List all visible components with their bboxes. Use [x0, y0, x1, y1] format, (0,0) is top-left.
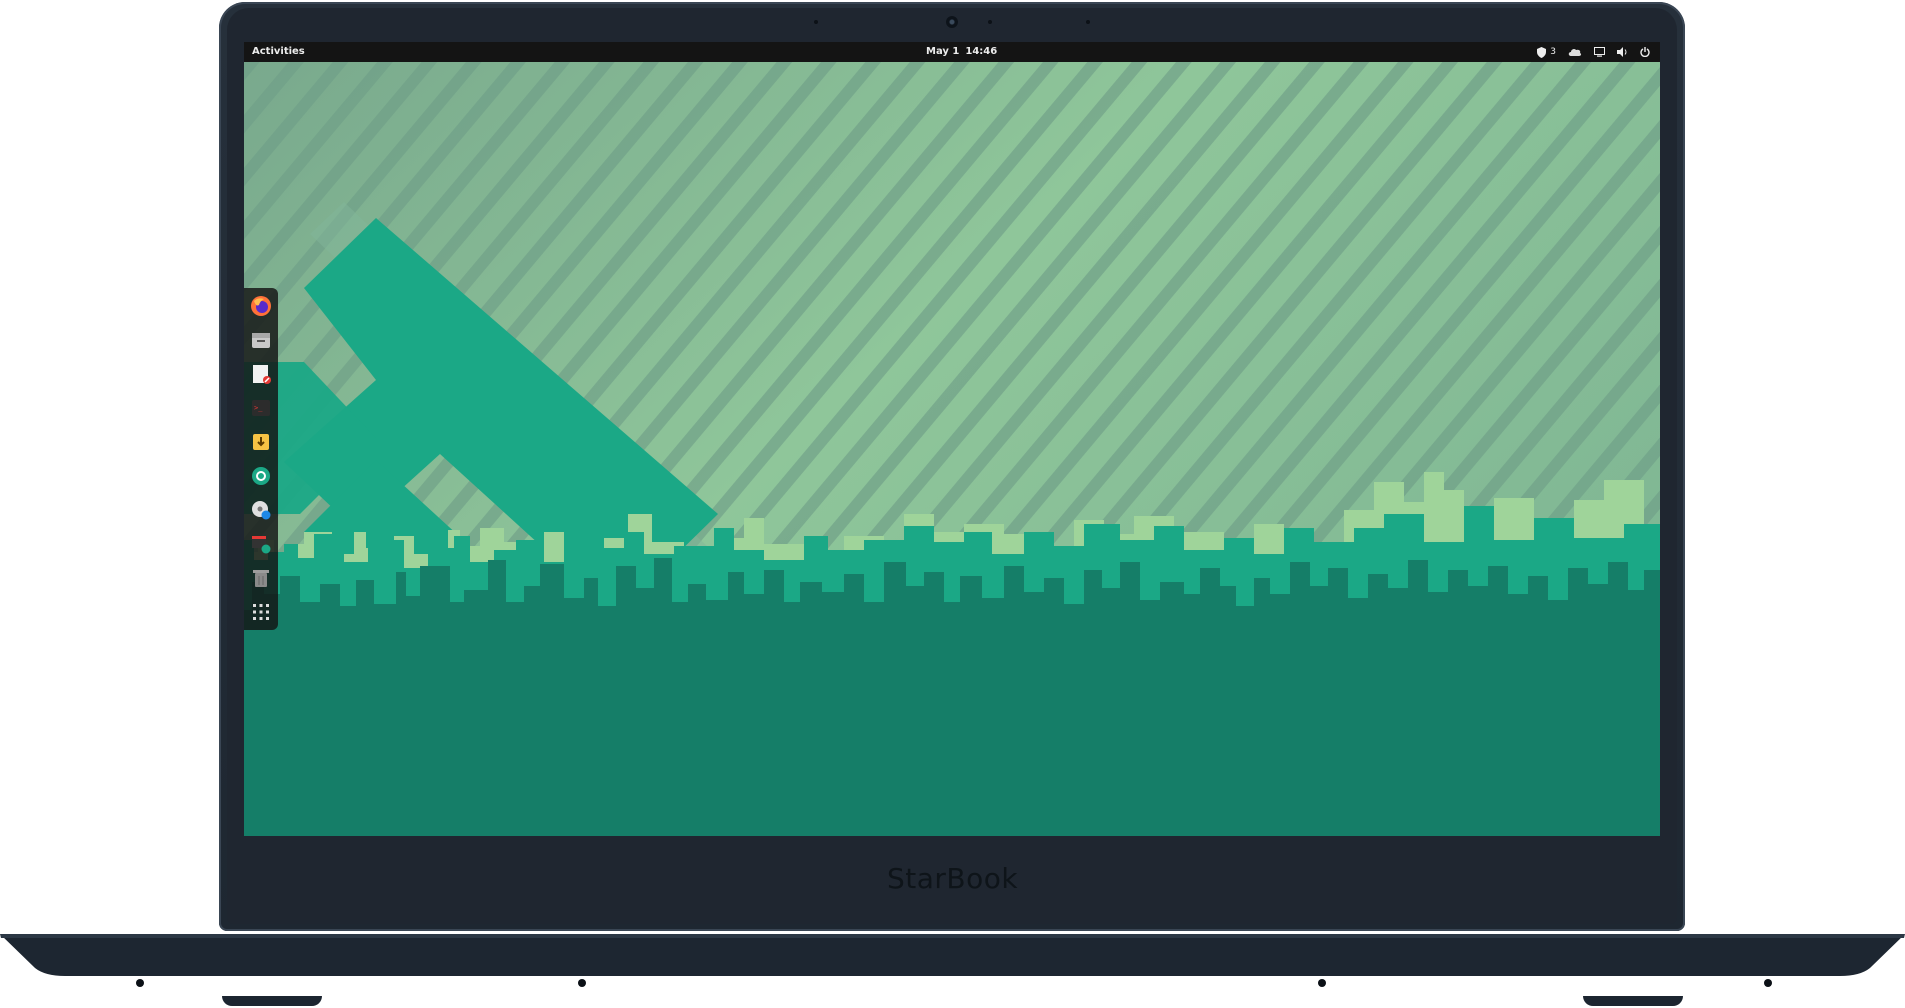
desktop[interactable]: >_ [244, 62, 1660, 836]
base-screw [136, 979, 144, 987]
dock-item-files[interactable] [247, 326, 275, 354]
settings-icon [252, 467, 270, 485]
dash-dock: >_ [244, 288, 278, 630]
base-screw [1318, 979, 1326, 987]
laptop-base [0, 934, 1905, 976]
trash-icon [253, 570, 269, 587]
clock-button[interactable]: May 1 14:46 [926, 46, 1003, 57]
software-installer-icon [253, 434, 269, 450]
laptop-foot [222, 996, 322, 1006]
base-screw [578, 979, 586, 987]
firefox-icon [251, 296, 271, 316]
dock-item-updates[interactable] [247, 530, 275, 558]
base-screw [1764, 979, 1772, 987]
device-brand-label: StarBook [886, 862, 1019, 895]
system-tray[interactable]: 3 [1537, 44, 1650, 60]
dock-item-show-apps[interactable] [247, 598, 275, 626]
dock-item-disks[interactable] [247, 496, 275, 524]
disk-utility-icon [252, 501, 271, 520]
shield-icon [1537, 46, 1547, 58]
laptop-foot [1583, 996, 1683, 1006]
updater-icon [252, 536, 271, 554]
dock-item-text-editor[interactable] [247, 360, 275, 388]
top-bar: Activities May 1 14:46 3 [244, 42, 1660, 62]
dock-item-firefox[interactable] [247, 292, 275, 320]
dock-item-trash[interactable] [247, 564, 275, 592]
files-icon [252, 333, 270, 348]
dock-item-software[interactable] [247, 428, 275, 456]
app-grid-icon [253, 604, 269, 620]
sensor-dot [814, 20, 818, 24]
webcam [946, 16, 958, 28]
volume-icon[interactable] [1617, 47, 1628, 57]
svg-text:>_: >_ [254, 404, 263, 412]
laptop-screen: Activities May 1 14:46 3 >_ [244, 42, 1660, 836]
activities-button[interactable]: Activities [252, 46, 305, 57]
notification-count: 3 [1550, 47, 1556, 57]
date-label: May 1 [926, 46, 960, 57]
notification-indicator[interactable]: 3 [1537, 46, 1556, 58]
time-label: 14:46 [965, 46, 998, 57]
sensor-dot [988, 20, 992, 24]
wallpaper [244, 62, 1660, 836]
tray-cloud-icon[interactable] [1568, 47, 1582, 57]
dock-item-terminal[interactable]: >_ [247, 394, 275, 422]
terminal-icon: >_ [252, 400, 270, 416]
dock-item-settings[interactable] [247, 462, 275, 490]
text-editor-icon [253, 365, 271, 384]
power-icon[interactable] [1640, 47, 1650, 57]
sensor-dot [1086, 20, 1090, 24]
display-icon[interactable] [1594, 47, 1605, 57]
